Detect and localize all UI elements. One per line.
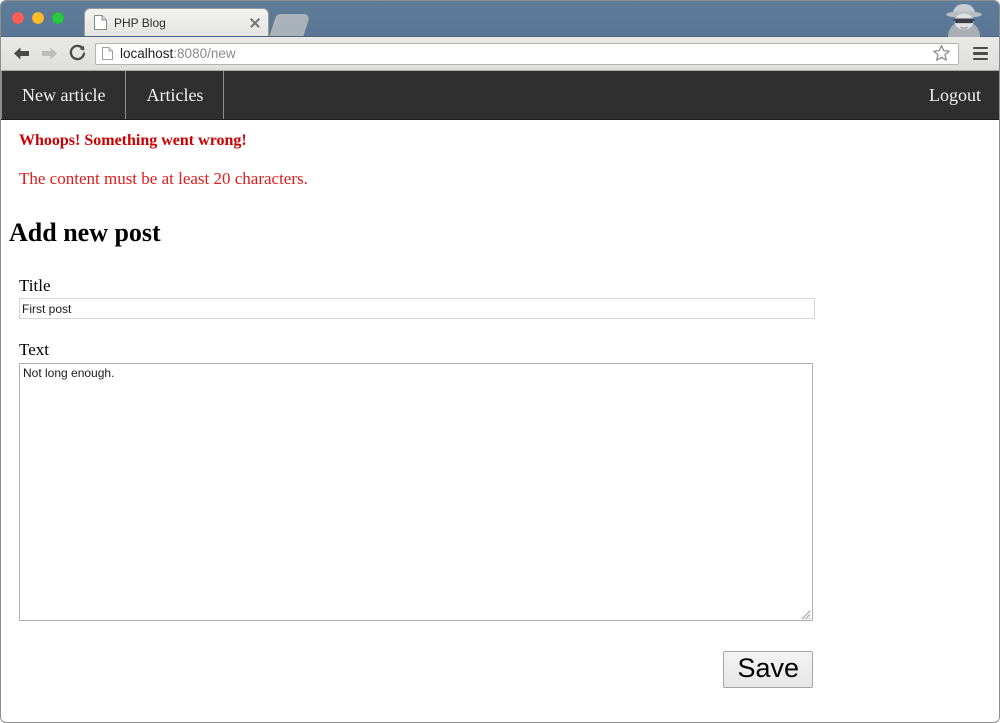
page-content: Whoops! Something went wrong! The conten… — [1, 131, 999, 689]
error-message-item: The content must be at least 20 characte… — [19, 169, 308, 189]
save-button[interactable]: Save — [723, 651, 813, 689]
maximize-window-button[interactable] — [52, 12, 64, 24]
minimize-window-button[interactable] — [32, 12, 44, 24]
title-field-label: Title — [19, 275, 51, 295]
site-nav-links: New article Articles — [1, 71, 225, 119]
browser-titlebar: PHP Blog — [1, 1, 999, 37]
new-post-form: Title Text Save — [19, 275, 981, 689]
title-field-group: Title — [19, 275, 981, 320]
tab-close-icon[interactable] — [248, 16, 262, 30]
nav-item-articles[interactable]: Articles — [126, 71, 225, 119]
new-tab-button[interactable] — [269, 14, 311, 36]
forward-arrow-icon — [35, 40, 63, 68]
site-navbar: New article Articles Logout — [1, 71, 999, 120]
reload-icon[interactable] — [63, 40, 91, 68]
window-controls — [12, 12, 64, 24]
nav-item-logout[interactable]: Logout — [909, 71, 999, 119]
page-title: Add new post — [9, 217, 161, 247]
tab-title: PHP Blog — [114, 15, 166, 30]
close-window-button[interactable] — [12, 12, 24, 24]
page-viewport: New article Articles Logout Whoops! Some… — [1, 71, 999, 722]
nav-item-new-article[interactable]: New article — [1, 71, 127, 119]
tab-favicon-page-icon — [94, 15, 107, 30]
site-nav-spacer — [224, 71, 909, 119]
hamburger-menu-icon[interactable] — [967, 41, 993, 67]
error-banner-title: Whoops! Something went wrong! — [19, 132, 247, 149]
back-arrow-icon[interactable] — [7, 40, 35, 68]
address-bar-host: localhost — [120, 46, 174, 61]
title-input[interactable] — [19, 298, 815, 320]
content-textarea[interactable] — [19, 363, 813, 622]
star-icon[interactable] — [932, 44, 952, 64]
browser-toolbar: localhost:8080/new — [1, 37, 999, 71]
address-bar-page-icon — [102, 47, 113, 60]
error-message-list: The content must be at least 20 characte… — [19, 169, 981, 189]
text-field-label: Text — [19, 340, 49, 360]
text-area-wrapper — [19, 363, 813, 622]
address-bar[interactable]: localhost:8080/new — [95, 42, 959, 65]
address-bar-path: :8080/new — [173, 46, 236, 61]
browser-window: PHP Blog localhost:8080/new New article … — [0, 0, 1000, 723]
browser-tab[interactable]: PHP Blog — [84, 8, 269, 36]
incognito-icon — [938, 1, 990, 37]
text-field-group: Text — [19, 341, 981, 626]
form-actions: Save — [19, 651, 813, 689]
address-bar-text: localhost:8080/new — [120, 46, 932, 61]
